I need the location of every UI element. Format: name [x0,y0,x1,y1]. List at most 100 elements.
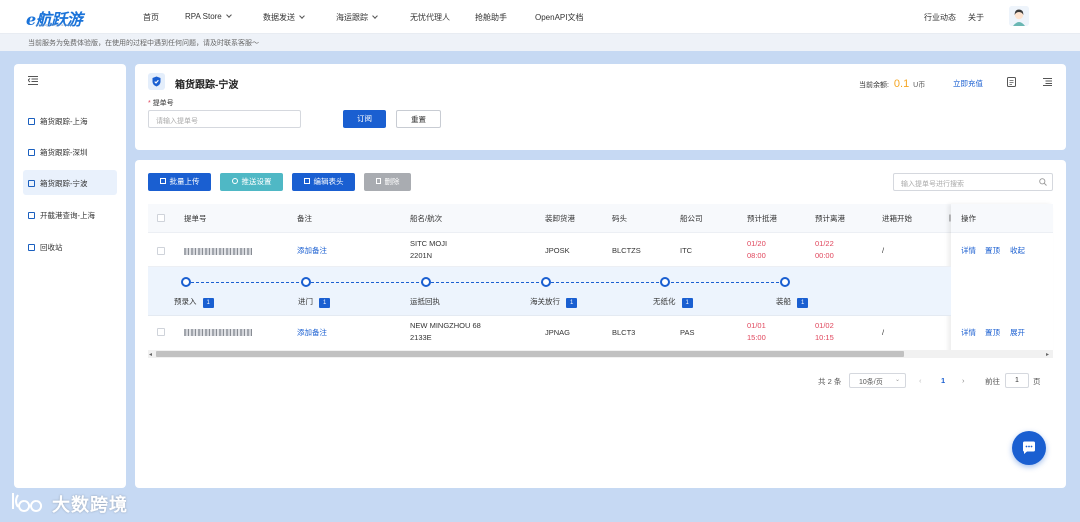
vessel-voyage-cell: NEW MINGZHOU 68 2133E [410,320,481,344]
next-page-button[interactable]: › [962,376,965,385]
pagination-total: 共 2 条 [818,377,842,386]
delete-button[interactable]: 删除 [364,173,411,191]
table-header-row [148,204,1053,233]
column-header-eta[interactable]: 预计抵港 [747,213,777,224]
column-header-etd[interactable]: 预计离港 [815,213,845,224]
gate-in-cell: / [882,246,885,255]
goto-label: 前往 [985,377,1000,386]
recharge-link[interactable]: 立即充值 [953,78,983,89]
brand-logo[interactable]: e航跃游 ehangyueyou.com [26,6,83,30]
chat-support-button[interactable] [1012,431,1046,465]
eta-date: 01/01 [747,321,766,330]
carrier-cell: ITC [680,246,693,255]
timeline-stage-gate-in: 进门 1 [298,296,331,308]
current-page[interactable]: 1 [941,376,945,385]
stage-count-badge: 1 [681,298,693,308]
pin-top-link[interactable]: 置顶 [985,327,1000,339]
page-size-value: 10条/页 [859,379,883,386]
sidebar-item-ningbo-tracking[interactable]: 箱货跟踪-宁波 [23,170,117,195]
nav-data-send[interactable]: 数据发送 [263,12,305,23]
sidebar-item-shanghai-tracking[interactable]: 箱货跟踪-上海 [23,108,117,133]
column-header-port[interactable]: 装卸货港 [545,213,575,224]
port-cell: JPOSK [545,246,570,255]
button-label: 编辑表头 [313,177,344,186]
column-header-vessel-voyage[interactable]: 船名/航次 [410,213,442,224]
row-checkbox[interactable] [157,247,165,255]
page-size-select[interactable]: 10条/页 ⌄ [849,373,906,388]
column-header-remark[interactable]: 备注 [297,213,312,224]
timeline-node [541,277,551,287]
tracking-icon [28,149,35,156]
goto-page-input[interactable]: 1 [1005,373,1029,388]
page-title: 箱货跟踪-宁波 [175,80,239,91]
nav-agent[interactable]: 无忧代理人 [410,12,450,23]
eta-date: 01/20 [747,239,766,248]
edit-header-button[interactable]: 编辑表头 [292,173,355,191]
sidebar-item-port-cutoff[interactable]: 开截港查询-上海 [23,202,117,227]
add-remark-link[interactable]: 添加备注 [297,245,327,257]
nav-openapi-docs[interactable]: OpenAPI文档 [535,12,583,23]
balance-value: 0.1 [893,78,910,90]
expand-link[interactable]: 展开 [1010,327,1025,339]
column-header-terminal[interactable]: 码头 [612,213,627,224]
subscribe-button[interactable]: 订阅 [343,110,386,128]
user-avatar[interactable] [1009,6,1029,26]
terminal-cell: BLCT3 [612,328,636,337]
button-label: 删除 [384,177,400,186]
stage-label: 运抵回执 [410,297,440,306]
bill-number-input[interactable]: 请输入提单号 [148,110,301,128]
scroll-right-arrow-icon[interactable]: ▸ [1046,351,1049,358]
bill-number-label: * 提单号 [148,98,174,108]
column-header-carrier[interactable]: 船公司 [680,213,703,224]
chevron-down-icon [299,13,305,19]
sidebar: 箱货跟踪-上海 箱货跟踪-深圳 箱货跟踪-宁波 开截港查询-上海 回收站 [14,64,126,488]
etd-cell: 01/22 00:00 [815,238,834,262]
details-link[interactable]: 详情 [961,327,976,339]
timeline-node [780,277,790,287]
chevron-down-icon [372,13,378,19]
list-menu-icon[interactable] [1043,78,1052,88]
nav-industry-news[interactable]: 行业动态 [924,12,956,23]
collapse-link[interactable]: 收起 [1010,245,1025,257]
sidebar-item-recycle-bin[interactable]: 回收站 [23,234,117,259]
nav-label: 首页 [143,13,159,22]
sidebar-item-shenzhen-tracking[interactable]: 箱货跟踪-深圳 [23,139,117,164]
column-header-bill-number[interactable]: 提单号 [184,213,207,224]
prev-page-button[interactable]: ‹ [919,376,922,385]
tracking-icon [28,180,35,187]
eta-cell: 01/20 08:00 [747,238,766,262]
details-link[interactable]: 详情 [961,245,976,257]
balance-label: 当前余额: [859,82,889,89]
column-header-gate-in-start[interactable]: 进箱开始 [882,213,912,224]
timeline-connector [186,282,784,283]
chevron-down-icon: ⌄ [894,377,900,383]
nav-home[interactable]: 首页 [143,12,159,23]
edit-icon [303,178,310,184]
pin-top-link[interactable]: 置顶 [985,245,1000,257]
stage-count-badge: 1 [202,298,214,308]
row-checkbox[interactable] [157,328,165,336]
menu-collapse-icon[interactable] [27,76,38,87]
nav-label: 抢舱助手 [475,13,507,22]
add-remark-link[interactable]: 添加备注 [297,327,327,339]
chevron-down-icon [225,12,232,18]
etd-time: 00:00 [815,251,834,260]
nav-about[interactable]: 关于 [968,12,984,23]
scroll-left-arrow-icon[interactable]: ◂ [149,351,152,358]
nav-rpa-store[interactable]: RPA Store [185,12,232,21]
column-header-actions: 操作 [961,214,976,223]
stage-label: 预录入 [174,297,197,306]
batch-upload-button[interactable]: 批量上传 [148,173,211,191]
nav-ocean-tracking[interactable]: 海运跟踪 [336,12,378,23]
input-placeholder: 请输入提单号 [156,118,198,125]
input-placeholder: 输入提单号进行搜索 [901,181,964,188]
push-settings-button[interactable]: 推送设置 [220,173,283,191]
etd-date: 01/02 [815,321,834,330]
horizontal-scrollbar-thumb[interactable] [156,351,904,357]
table-search-input[interactable]: 输入提单号进行搜索 [893,173,1053,191]
nav-booking-assistant[interactable]: 抢舱助手 [475,12,507,23]
document-icon[interactable] [1007,77,1016,89]
select-all-checkbox[interactable] [157,214,165,222]
stage-label: 装船 [776,297,791,306]
reset-button[interactable]: 重置 [396,110,441,128]
